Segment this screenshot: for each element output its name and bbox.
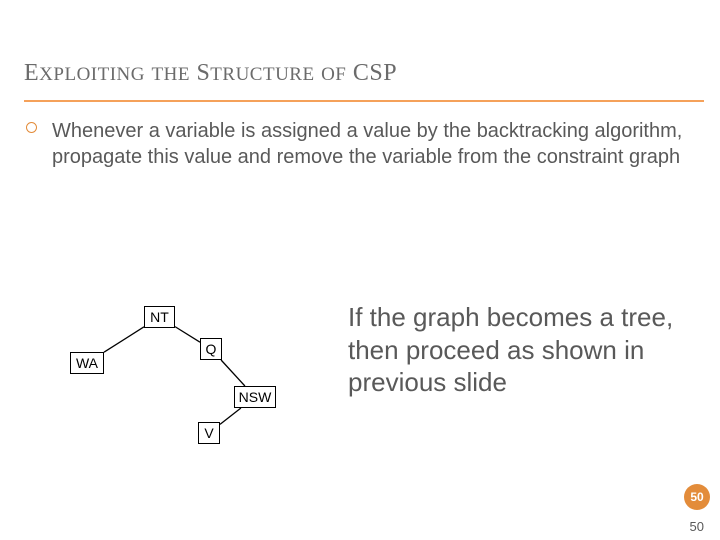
slide-title: EXPLOITING THE STRUCTURE OF CSP: [24, 60, 696, 87]
bullet-icon: [26, 122, 37, 133]
bullet-text: Whenever a variable is assigned a value …: [52, 118, 690, 170]
footer-number: 50: [690, 519, 704, 534]
graph-node-wa: WA: [70, 352, 104, 374]
graph-node-nsw: NSW: [234, 386, 276, 408]
graph-edges: [60, 300, 320, 460]
constraint-graph: NT WA Q NSW V: [60, 300, 320, 460]
graph-node-nt: NT: [144, 306, 175, 328]
slide-number-bubble: 50: [684, 484, 710, 510]
slide-number: 50: [690, 490, 703, 504]
title-underline: [24, 100, 704, 102]
graph-node-q: Q: [200, 338, 222, 360]
tree-note: If the graph becomes a tree, then procee…: [348, 301, 688, 399]
graph-node-v: V: [198, 422, 220, 444]
